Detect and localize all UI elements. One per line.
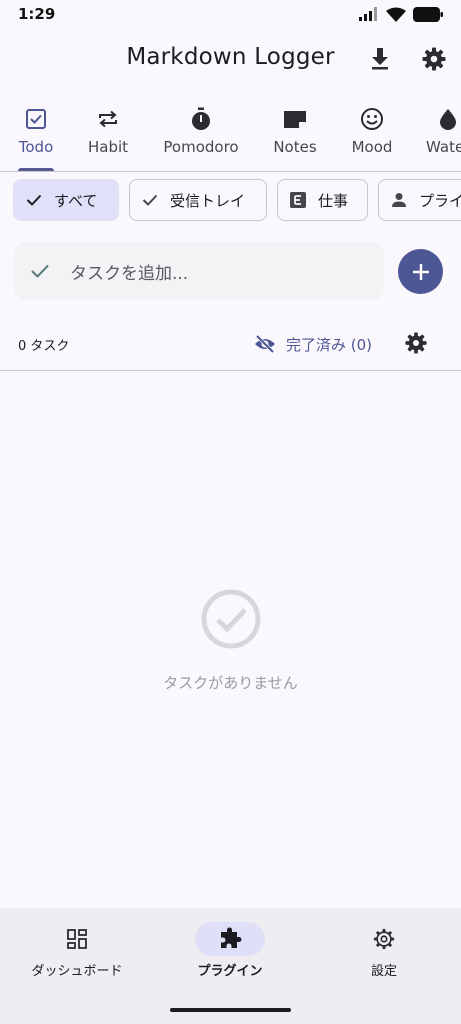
puzzle-icon: [221, 927, 242, 948]
chip-label: 仕事: [318, 191, 349, 210]
task-count: 0 タスク: [18, 339, 70, 354]
chip-label: すべて: [54, 191, 98, 210]
nav-label: 設定: [370, 964, 397, 979]
chip-private[interactable]: プライベート: [378, 179, 461, 221]
divider: [0, 370, 461, 371]
tab-notes[interactable]: Notes: [270, 100, 320, 171]
nav-label: ダッシュボード: [31, 964, 123, 979]
home-indicator[interactable]: [170, 1008, 291, 1012]
show-completed-toggle[interactable]: 完了済み (0): [254, 331, 372, 357]
repeat-icon: [99, 110, 117, 128]
status-icons: [359, 6, 443, 22]
tab-label: Todo: [18, 138, 54, 156]
status-bar: 1:29: [0, 0, 461, 28]
eye-off-icon: [255, 335, 275, 353]
note-icon: [284, 111, 306, 128]
nav-settings[interactable]: 設定: [314, 922, 454, 979]
battery-icon: [413, 6, 443, 22]
check-icon: [26, 194, 42, 206]
check-icon: [31, 264, 49, 278]
empty-message: タスクがありません: [163, 674, 298, 692]
plugin-tabs: Todo Habit Pomodoro Notes Mood Wat: [0, 100, 461, 172]
nav-dashboard[interactable]: ダッシュボード: [7, 922, 147, 979]
app-bar: Markdown Logger: [0, 36, 461, 82]
tab-label: Notes: [273, 138, 317, 156]
check-circle-icon: [201, 589, 260, 649]
letter-e-icon: [290, 192, 306, 208]
tab-label: Mood: [351, 138, 393, 156]
chip-work[interactable]: 仕事: [277, 179, 368, 221]
gear-icon: [373, 928, 395, 950]
smiley-icon: [361, 108, 383, 130]
tab-label: Habit: [87, 138, 129, 156]
status-time: 1:29: [18, 5, 56, 23]
tab-label: Pomodoro: [163, 138, 239, 156]
chip-label: 受信トレイ: [170, 191, 246, 210]
plus-icon: [412, 263, 429, 280]
gear-icon: [405, 332, 427, 354]
list-settings-button[interactable]: [403, 330, 429, 356]
tab-label: Water: [426, 138, 461, 156]
tab-pomodoro[interactable]: Pomodoro: [160, 100, 242, 171]
chip-label: プライベート: [419, 191, 461, 210]
person-icon: [392, 193, 406, 207]
nav-label: プラグイン: [197, 964, 263, 979]
tab-habit[interactable]: Habit: [84, 100, 132, 171]
empty-state: タスクがありません: [0, 588, 461, 693]
settings-button[interactable]: [419, 44, 449, 74]
bottom-navigation: ダッシュボード プラグイン 設定: [0, 908, 461, 1024]
check-icon: [142, 194, 158, 206]
checkbox-icon: [26, 109, 46, 129]
chip-inbox[interactable]: 受信トレイ: [129, 179, 267, 221]
timer-icon: [192, 107, 210, 130]
tab-water[interactable]: Water: [426, 100, 461, 171]
nav-plugins[interactable]: プラグイン: [160, 922, 300, 979]
download-button[interactable]: [365, 44, 395, 74]
gear-icon: [422, 47, 446, 71]
task-summary-row: 0 タスク 完了済み (0): [0, 326, 461, 362]
drop-icon: [440, 109, 456, 130]
filter-chips: すべて 受信トレイ 仕事 プライベート: [0, 179, 461, 223]
add-task-input[interactable]: タスクを追加...: [14, 242, 384, 300]
chip-all[interactable]: すべて: [13, 179, 119, 221]
wifi-icon: [386, 7, 406, 22]
tab-mood[interactable]: Mood: [348, 100, 396, 171]
add-task-button[interactable]: [398, 249, 443, 294]
dashboard-icon: [67, 929, 87, 949]
completed-label: 完了済み (0): [286, 335, 373, 354]
tab-todo[interactable]: Todo: [12, 100, 60, 171]
add-task-placeholder: タスクを追加...: [70, 263, 189, 284]
tab-indicator: [18, 168, 54, 171]
download-icon: [372, 48, 388, 70]
signal-icon: [359, 7, 377, 21]
